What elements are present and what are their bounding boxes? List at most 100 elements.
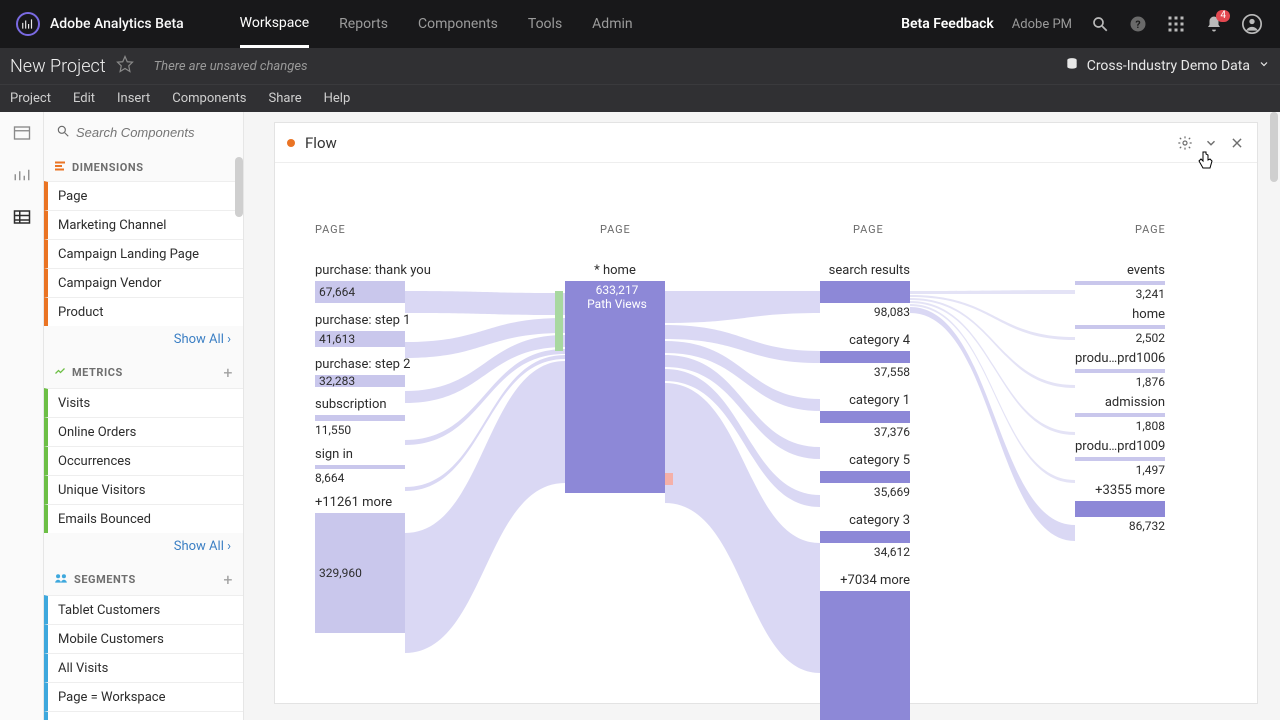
component-item[interactable]: Mobile Customers [44, 624, 243, 653]
component-item[interactable]: Campaign Landing Page [44, 239, 243, 268]
top-nav: Workspace Reports Components Tools Admin [240, 0, 633, 48]
col2-header: PAGE [600, 223, 631, 236]
menu-insert[interactable]: Insert [117, 91, 150, 106]
component-item[interactable]: Marketing Channel [44, 210, 243, 239]
help-icon[interactable]: ? [1128, 14, 1148, 34]
flow-node[interactable]: purchase: step 232,283 [315, 357, 415, 387]
notification-badge: 4 [1216, 10, 1230, 22]
flow-node[interactable]: subscription11,550 [315, 397, 415, 437]
component-item[interactable]: Visits [44, 388, 243, 417]
logo-icon [16, 12, 40, 36]
flow-node[interactable]: +11261 more329,960 [315, 495, 415, 633]
settings-icon[interactable] [1177, 135, 1193, 151]
menu-help[interactable]: Help [324, 91, 351, 106]
metrics-icon [54, 365, 66, 380]
avatar-icon[interactable] [1242, 14, 1262, 34]
add-metric-button[interactable]: + [223, 363, 233, 382]
dimensions-header: DIMENSIONS [44, 152, 243, 181]
flow-node[interactable]: events3,241 [1075, 263, 1165, 301]
flow-node[interactable]: category 535,669 [820, 453, 910, 499]
col4-header: PAGE [1135, 223, 1165, 236]
notification-icon[interactable]: 4 [1204, 14, 1224, 34]
brand: Adobe Analytics Beta [0, 12, 200, 36]
segments-icon [54, 572, 68, 587]
component-item[interactable]: Page [44, 181, 243, 210]
flow-node[interactable]: category 334,612 [820, 513, 910, 559]
dimensions-show-all[interactable]: Show All [44, 326, 243, 355]
menu-share[interactable]: Share [269, 91, 302, 106]
menu-project[interactable]: Project [10, 91, 51, 106]
favorite-icon[interactable] [116, 55, 134, 77]
flow-node[interactable]: produ…prd10061,876 [1075, 351, 1165, 389]
component-item[interactable]: Tablet Customers [44, 595, 243, 624]
beta-feedback-link[interactable]: Beta Feedback [901, 16, 994, 32]
search-small-icon [56, 123, 70, 142]
flow-node[interactable]: purchase: step 141,613 [315, 313, 415, 347]
main: DIMENSIONS PageMarketing ChannelCampaign… [0, 112, 1280, 720]
nav-workspace[interactable]: Workspace [240, 0, 310, 48]
components-icon[interactable] [13, 208, 31, 226]
workspace-canvas: Flow [244, 112, 1280, 720]
viz-title[interactable]: Flow [305, 134, 337, 152]
flow-node[interactable]: category 437,558 [820, 333, 910, 379]
panel-icon[interactable] [13, 124, 31, 142]
component-item[interactable]: Emails Bounced [44, 504, 243, 533]
flow-diagram[interactable]: PAGE PAGE PAGE PAGE purchase: thank you6… [275, 163, 1257, 703]
nav-tools[interactable]: Tools [528, 0, 562, 48]
flow-node[interactable]: produ…prd10091,497 [1075, 439, 1165, 477]
add-segment-button[interactable]: + [223, 570, 233, 589]
panel-scrollbar[interactable] [235, 157, 243, 217]
flow-visualization[interactable]: Flow [274, 122, 1258, 704]
nav-reports[interactable]: Reports [339, 0, 388, 48]
viz-header: Flow [275, 123, 1257, 163]
org-label[interactable]: Adobe PM [1012, 17, 1072, 32]
flow-node[interactable]: search results98,083 [820, 263, 910, 319]
flow-node[interactable]: admission1,808 [1075, 395, 1165, 433]
flow-node[interactable]: purchase: thank you67,664 [315, 263, 415, 303]
component-item[interactable]: Campaign Vendor [44, 268, 243, 297]
component-item[interactable]: Unique Visitors [44, 475, 243, 504]
svg-text:?: ? [1135, 18, 1140, 31]
collapse-icon[interactable] [1203, 135, 1219, 151]
components-panel: DIMENSIONS PageMarketing ChannelCampaign… [44, 112, 244, 720]
project-title[interactable]: New Project [10, 56, 106, 77]
brand-label: Adobe Analytics Beta [50, 16, 184, 32]
menu-components[interactable]: Components [172, 91, 246, 106]
canvas-scrollbar[interactable] [1270, 112, 1278, 182]
search-input[interactable] [76, 125, 244, 140]
flow-node[interactable]: +7034 more365,556 [820, 573, 910, 720]
menu-bar: Project Edit Insert Components Share Help [0, 84, 1280, 112]
nav-admin[interactable]: Admin [592, 0, 632, 48]
component-item[interactable]: Product [44, 297, 243, 326]
visualization-icon[interactable] [13, 166, 31, 184]
close-icon[interactable] [1229, 135, 1245, 151]
dimensions-icon [54, 160, 66, 175]
component-item[interactable]: Occurrences [44, 446, 243, 475]
report-suite-selector[interactable]: Cross-Industry Demo Data [1087, 58, 1250, 74]
flow-node[interactable]: +3355 more86,732 [1075, 483, 1165, 533]
component-item[interactable]: Page = Workspace [44, 682, 243, 711]
flow-center-node[interactable]: * home 633,217 Path Views [565, 263, 665, 493]
flow-node[interactable]: home2,502 [1075, 307, 1165, 345]
col3-header: PAGE [853, 223, 884, 236]
metrics-header: METRICS + [44, 355, 243, 388]
apps-icon[interactable] [1166, 14, 1186, 34]
flow-node[interactable]: sign in8,664 [315, 447, 415, 485]
viz-type-dot [287, 139, 295, 147]
metrics-show-all[interactable]: Show All [44, 533, 243, 562]
top-navbar: Adobe Analytics Beta Workspace Reports Com… [0, 0, 1280, 48]
chevron-down-icon[interactable] [1258, 58, 1270, 74]
col1-header: PAGE [315, 223, 346, 236]
datasource-icon [1065, 57, 1079, 75]
unsaved-indicator: There are unsaved changes [154, 59, 308, 74]
segments-header: SEGMENTS + [44, 562, 243, 595]
search-icon[interactable] [1090, 14, 1110, 34]
component-item[interactable]: Product = 1 [44, 711, 243, 720]
menu-edit[interactable]: Edit [73, 91, 95, 106]
flow-node[interactable]: category 137,376 [820, 393, 910, 439]
left-rail [0, 112, 44, 720]
nav-components[interactable]: Components [418, 0, 498, 48]
project-bar: New Project There are unsaved changes Cr… [0, 48, 1280, 84]
component-item[interactable]: All Visits [44, 653, 243, 682]
component-item[interactable]: Online Orders [44, 417, 243, 446]
